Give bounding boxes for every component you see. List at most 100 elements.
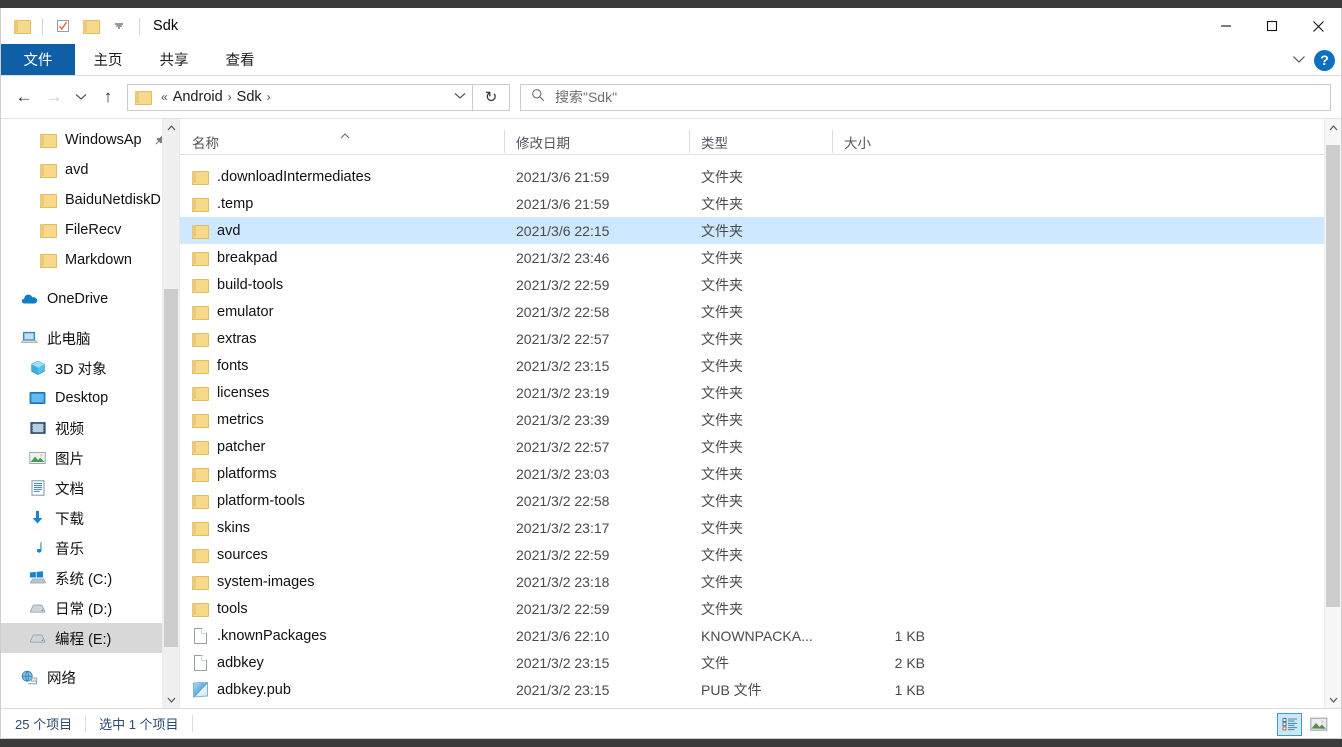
file-row[interactable]: build-tools 2021/3/2 22:59 文件夹 [180,271,1341,298]
file-type-cell: 文件夹 [701,222,743,239]
search-placeholder: 搜索"Sdk" [555,89,618,105]
sidebar-item-label: Desktop [55,390,109,406]
file-type-cell: 文件夹 [701,195,743,212]
breadcrumb-item-android[interactable]: Android [170,89,226,105]
sidebar-item-markdown[interactable]: Markdown [1,245,179,275]
breadcrumb-dropdown-icon[interactable] [454,91,466,103]
sidebar-scroll-thumb[interactable] [164,289,178,647]
column-header-size[interactable]: 大小 [832,129,941,154]
folder-icon [192,521,209,536]
sidebar-scroll-down-icon[interactable] [163,691,179,708]
properties-icon[interactable] [50,13,76,39]
sidebar-item-c[interactable]: 系统 (C:) [1,563,179,593]
drive-icon [29,600,46,616]
sidebar-item-desktop[interactable]: Desktop [1,383,179,413]
sidebar-item-baidunetdiskd[interactable]: BaiduNetdiskD [1,185,179,215]
sidebar-item-item-2-6[interactable]: 下载 [1,503,179,533]
sidebar-item-item-2-4[interactable]: 图片 [1,443,179,473]
file-row[interactable]: avd 2021/3/6 22:15 文件夹 [180,217,1341,244]
column-header-type[interactable]: 类型 [689,129,832,154]
file-name-cell: breakpad [180,250,504,266]
file-row[interactable]: emulator 2021/3/2 22:58 文件夹 [180,298,1341,325]
file-row[interactable]: licenses 2021/3/2 23:19 文件夹 [180,379,1341,406]
chevron-down-icon-ribbon[interactable] [1292,51,1306,69]
file-name-cell: platforms [180,466,504,482]
file-row[interactable]: platform-tools 2021/3/2 22:58 文件夹 [180,487,1341,514]
breadcrumb-item-sdk[interactable]: Sdk [234,89,265,105]
sidebar-item-windowsap[interactable]: WindowsAp [1,125,179,155]
file-row[interactable]: metrics 2021/3/2 23:39 文件夹 [180,406,1341,433]
sidebar-item-item-3-0[interactable]: 网络 [1,662,179,692]
sidebar-item-item-2-3[interactable]: 视频 [1,413,179,443]
file-row[interactable]: breakpad 2021/3/2 23:46 文件夹 [180,244,1341,271]
file-row[interactable]: patcher 2021/3/2 22:57 文件夹 [180,433,1341,460]
sidebar-item-label: 视频 [55,421,84,438]
breadcrumb-overflow[interactable]: « [159,90,170,104]
help-icon[interactable]: ? [1314,49,1335,71]
file-row[interactable]: .knownPackages 2021/3/6 22:10 KNOWNPACKA..… [180,622,1341,649]
list-scroll-up-icon[interactable] [1325,119,1341,136]
file-row[interactable]: skins 2021/3/2 23:17 文件夹 [180,514,1341,541]
sidebar-item-3d[interactable]: 3D 对象 [1,353,179,383]
minimize-button[interactable] [1203,8,1249,44]
sidebar-item-item-2-0[interactable]: 此电脑 [1,323,179,353]
sidebar-scrollbar[interactable] [162,119,179,708]
back-button[interactable]: ← [9,82,39,112]
selection-count-label: 选中 1 个项目 [99,717,179,732]
refresh-button[interactable]: ↻ [473,83,510,111]
file-icon [192,654,208,671]
file-date-cell: 2021/3/2 23:39 [516,411,610,428]
explorer-folder-icon[interactable] [9,13,35,39]
file-name-label: .downloadIntermediates [217,168,371,185]
file-type-cell: 文件夹 [701,492,743,509]
details-view-button[interactable] [1277,712,1302,736]
breadcrumb[interactable]: « Android › Sdk › [127,83,473,111]
file-row[interactable]: extras 2021/3/2 22:57 文件夹 [180,325,1341,352]
file-row[interactable]: system-images 2021/3/2 23:18 文件夹 [180,568,1341,595]
tab-file[interactable]: 文件 [1,44,75,75]
search-input[interactable]: 搜索"Sdk" [520,83,1331,111]
file-type-cell: 文件夹 [701,276,743,293]
sidebar-item-avd[interactable]: avd [1,155,179,185]
tab-view[interactable]: 查看 [207,44,273,75]
sidebar-item-e[interactable]: 编程 (E:) [1,623,179,653]
sidebar-item-d[interactable]: 日常 (D:) [1,593,179,623]
recent-locations-icon[interactable] [69,82,93,112]
file-row[interactable]: fonts 2021/3/2 23:15 文件夹 [180,352,1341,379]
window-title: Sdk [153,18,179,34]
list-scroll-down-icon[interactable] [1325,691,1341,708]
maximize-button[interactable] [1249,8,1295,44]
large-icons-view-button[interactable] [1306,713,1331,736]
breadcrumb-chevron-2[interactable]: › [265,90,273,104]
file-row[interactable]: sources 2021/3/2 22:59 文件夹 [180,541,1341,568]
folder-icon [192,413,209,428]
up-button[interactable]: ↑ [93,82,123,112]
new-folder-icon[interactable] [78,13,104,39]
file-row[interactable]: tools 2021/3/2 22:59 文件夹 [180,595,1341,622]
drive-icon [29,630,46,646]
forward-button[interactable]: → [39,82,69,112]
explorer-window: Sdk 文件 主页 共享 查看 ? ← → ↑ « Android › Sdk … [0,8,1342,739]
close-button[interactable] [1295,8,1341,44]
chevron-down-icon[interactable] [106,13,132,39]
file-name-label: .knownPackages [217,627,327,644]
tab-share[interactable]: 共享 [141,44,207,75]
list-scroll-thumb[interactable] [1326,145,1340,607]
sidebar-item-onedrive[interactable]: OneDrive [1,284,179,314]
sidebar-scroll-up-icon[interactable] [163,119,179,136]
file-row[interactable]: .downloadIntermediates 2021/3/6 21:59 文件夹 [180,163,1341,190]
file-row[interactable]: platforms 2021/3/2 23:03 文件夹 [180,460,1341,487]
sidebar-item-item-2-7[interactable]: 音乐 [1,533,179,563]
file-row[interactable]: adbkey 2021/3/2 23:15 文件 2 KB [180,649,1341,676]
file-row[interactable]: adbkey.pub 2021/3/2 23:15 PUB 文件 1 KB [180,676,1341,703]
tab-home[interactable]: 主页 [75,44,141,75]
breadcrumb-folder-icon [135,90,152,105]
file-list-scrollbar[interactable] [1324,119,1341,708]
file-row[interactable]: .temp 2021/3/6 21:59 文件夹 [180,190,1341,217]
sidebar-item-item-2-5[interactable]: 文档 [1,473,179,503]
column-header-date[interactable]: 修改日期 [504,129,689,154]
sidebar-item-filerecv[interactable]: FileRecv [1,215,179,245]
breadcrumb-chevron-1[interactable]: › [226,90,234,104]
sidebar-item-label: WindowsAp [65,132,142,148]
column-header-name[interactable]: 名称 [180,129,504,154]
